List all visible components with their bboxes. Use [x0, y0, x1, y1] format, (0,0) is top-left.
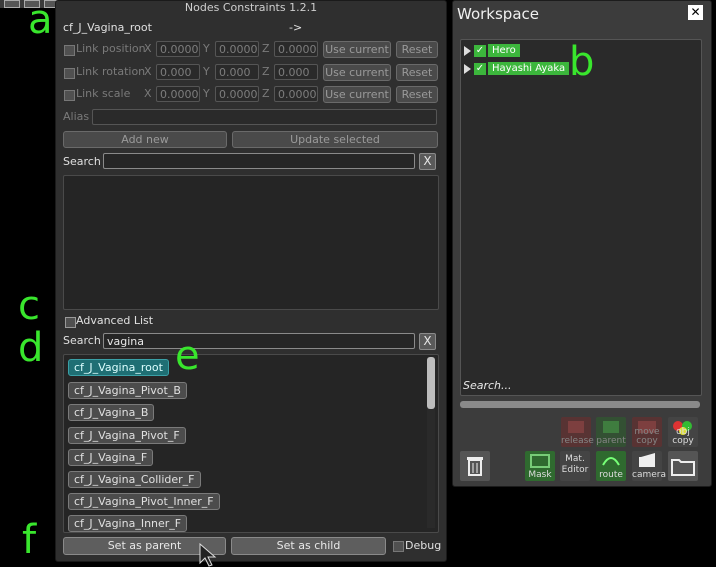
link-rotation-label: Link rotation — [76, 65, 146, 78]
tree-item-label: Hayashi Ayaka — [488, 62, 570, 75]
axis-x-label: X — [144, 42, 152, 55]
scale-use-current-button[interactable]: Use current — [323, 86, 391, 103]
node-list-item[interactable]: cf_J_Vagina_Pivot_F — [68, 427, 186, 444]
link-position-checkbox[interactable] — [64, 45, 75, 56]
node-list-item[interactable]: cf_J_Vagina_Inner_F — [68, 515, 188, 532]
position-y-field[interactable]: 0.0000 — [215, 41, 259, 57]
axis-x-label: X — [144, 87, 152, 100]
marker-f: f — [22, 517, 37, 563]
mask-button[interactable]: Mask — [525, 451, 555, 481]
axis-x-label: X — [144, 65, 152, 78]
route-icon — [602, 457, 620, 466]
marker-e: e — [175, 333, 200, 379]
link-position-label: Link position — [76, 42, 146, 55]
link-scale-checkbox[interactable] — [64, 90, 75, 101]
link-arrow: -> — [289, 21, 303, 34]
update-selected-button[interactable]: Update selected — [232, 131, 438, 148]
selected-node-label: cf_J_Vagina_root — [63, 21, 152, 34]
checkmark-icon[interactable]: ✓ — [474, 44, 486, 57]
node-list: cf_J_Vagina_root cf_J_Vagina_Pivot_B cf_… — [63, 354, 439, 533]
advanced-list-label: Advanced List — [76, 314, 154, 327]
node-list-item[interactable]: cf_J_Vagina_F — [68, 449, 154, 466]
mini-button[interactable] — [4, 0, 20, 8]
node-list-scrollbar[interactable] — [427, 357, 435, 528]
checkmark-icon[interactable]: ✓ — [474, 62, 486, 75]
node-list-item[interactable]: cf_J_Vagina_Collider_F — [68, 471, 201, 488]
camera-button[interactable]: camera — [632, 451, 666, 481]
mask-icon — [530, 454, 550, 468]
position-z-field[interactable]: 0.0000 — [274, 41, 318, 57]
nodes-constraints-window: Nodes Constraints 1.2.1 cf_J_Vagina_root… — [55, 0, 447, 562]
alias-field[interactable] — [92, 109, 437, 125]
marker-a: a — [28, 0, 53, 43]
marker-b: b — [569, 39, 595, 85]
rotation-y-field[interactable]: 0.000 — [215, 64, 259, 80]
axis-z-label: Z — [262, 87, 270, 100]
search-input[interactable] — [103, 153, 415, 169]
route-button[interactable]: route — [596, 451, 626, 481]
scale-reset-button[interactable]: Reset — [396, 86, 438, 103]
advanced-list-checkbox[interactable] — [65, 317, 76, 328]
node-search-label: Search — [63, 334, 101, 347]
marker-d: d — [18, 325, 44, 371]
folder-button[interactable] — [668, 451, 698, 481]
position-use-current-button[interactable]: Use current — [323, 41, 391, 58]
delete-button[interactable] — [460, 451, 490, 481]
node-search-input[interactable]: vagina — [103, 333, 415, 349]
node-list-item[interactable]: cf_J_Vagina_Pivot_B — [68, 382, 187, 399]
folder-icon — [671, 459, 695, 476]
node-list-item[interactable]: cf_J_Vagina_Pivot_Inner_F — [68, 493, 220, 510]
workspace-scrollbar[interactable] — [460, 401, 700, 408]
close-icon[interactable]: ✕ — [688, 5, 703, 20]
release-icon — [568, 421, 584, 433]
node-list-item[interactable]: cf_J_Vagina_B — [68, 404, 155, 421]
rotation-x-field[interactable]: 0.000 — [156, 64, 200, 80]
axis-y-label: Y — [203, 42, 210, 55]
axis-y-label: Y — [203, 87, 210, 100]
scrollbar-thumb[interactable] — [427, 357, 435, 409]
move-copy-button[interactable]: move copy — [632, 417, 662, 447]
parent-icon — [603, 421, 619, 433]
tree-item-hero[interactable]: ✓ Hero — [464, 44, 520, 58]
position-reset-button[interactable]: Reset — [396, 41, 438, 58]
node-list-item[interactable]: cf_J_Vagina_root — [68, 359, 169, 376]
scale-x-field[interactable]: 0.0000 — [156, 86, 200, 102]
search-label: Search — [63, 155, 101, 168]
cursor-icon — [199, 543, 217, 567]
rotation-reset-button[interactable]: Reset — [396, 64, 438, 81]
expand-arrow-icon[interactable] — [464, 45, 471, 56]
mat-editor-button[interactable]: Mat. Editor — [560, 451, 590, 481]
link-scale-label: Link scale — [76, 87, 131, 100]
scale-z-field[interactable]: 0.0000 — [274, 86, 318, 102]
link-rotation-checkbox[interactable] — [64, 68, 75, 79]
window-title: Nodes Constraints 1.2.1 — [184, 1, 318, 14]
position-x-field[interactable]: 0.0000 — [156, 41, 200, 57]
set-as-child-button[interactable]: Set as child — [231, 537, 386, 555]
debug-label: Debug — [405, 539, 442, 552]
rotation-z-field[interactable]: 0.000 — [274, 64, 318, 80]
node-search-clear-button[interactable]: X — [419, 333, 436, 350]
add-new-button[interactable]: Add new — [63, 131, 227, 148]
expand-arrow-icon[interactable] — [464, 63, 471, 74]
tree-item-label: Hero — [488, 44, 520, 57]
obj-copy-button[interactable]: obj copy — [668, 417, 698, 447]
workspace-title: Workspace — [457, 5, 539, 23]
axis-z-label: Z — [262, 65, 270, 78]
tree-item-hayashi-ayaka[interactable]: ✓ Hayashi Ayaka — [464, 62, 570, 76]
scale-y-field[interactable]: 0.0000 — [215, 86, 259, 102]
rotation-use-current-button[interactable]: Use current — [323, 64, 391, 81]
search-clear-button[interactable]: X — [419, 153, 436, 170]
axis-y-label: Y — [203, 65, 210, 78]
release-button[interactable]: release — [561, 417, 594, 447]
alias-label: Alias — [63, 110, 90, 123]
debug-checkbox[interactable] — [393, 541, 404, 552]
constraints-list[interactable] — [63, 175, 439, 310]
marker-c: c — [18, 283, 40, 329]
workspace-search[interactable]: Search... — [463, 379, 512, 392]
workspace-tree: ✓ Hero ✓ Hayashi Ayaka — [460, 39, 702, 396]
parent-button[interactable]: parent — [596, 417, 626, 447]
camera-icon — [639, 453, 655, 467]
trash-icon — [467, 457, 483, 476]
axis-z-label: Z — [262, 42, 270, 55]
